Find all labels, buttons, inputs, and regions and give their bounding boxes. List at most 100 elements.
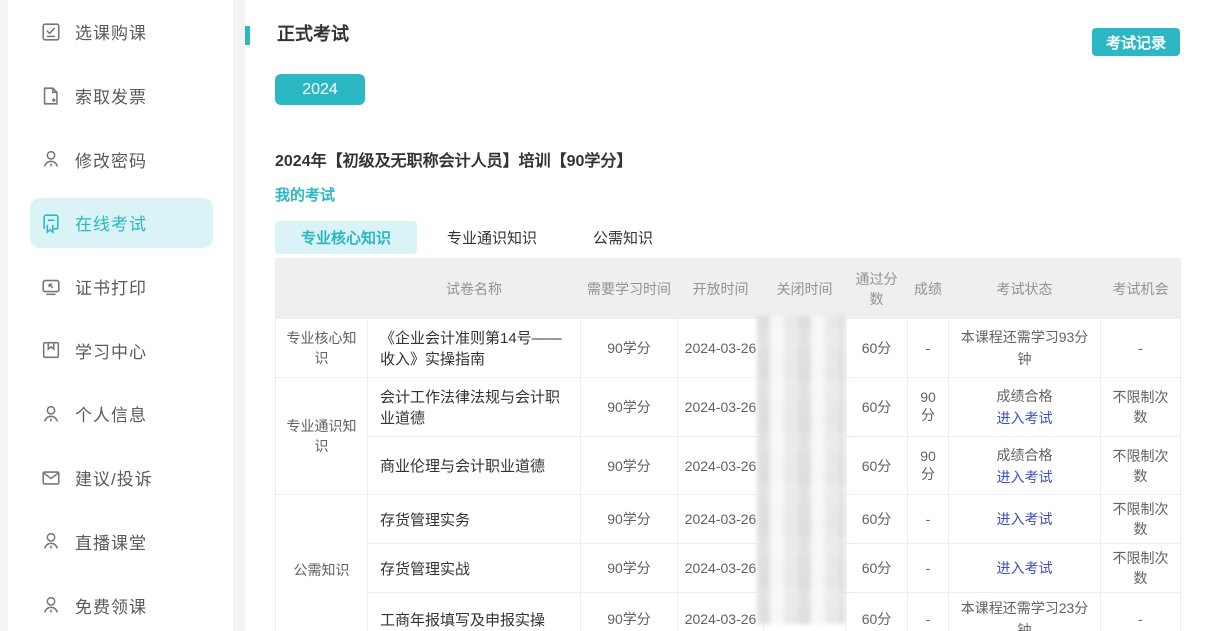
exam-name: 《企业会计准则第14号——收入》实操指南	[368, 319, 581, 378]
person-icon	[40, 148, 62, 170]
exam-chances: 不限制次数	[1101, 437, 1181, 495]
study-time: 90学分	[581, 593, 678, 631]
sidebar-item-label: 建议/投诉	[75, 465, 153, 490]
pass-score: 60分	[846, 437, 908, 495]
certificate-monitor-icon	[40, 276, 62, 298]
enter-exam-link[interactable]: 进入考试	[997, 508, 1053, 530]
category-cell: 专业核心知识	[276, 319, 368, 378]
person-icon	[40, 403, 62, 425]
table-row: 专业通识知识 会计工作法律法规与会计职业道德 90学分 2024-03-26 6…	[276, 378, 1181, 437]
study-time: 90学分	[581, 319, 678, 378]
exam-chances: 不限制次数	[1101, 495, 1181, 544]
col-score: 成绩	[908, 259, 949, 319]
sidebar-item-label: 修改密码	[75, 147, 147, 172]
sidebar-item-label: 证书打印	[75, 274, 147, 299]
enter-exam-link[interactable]: 进入考试	[997, 557, 1053, 579]
checklist-icon	[40, 21, 62, 43]
exam-status: 进入考试	[949, 495, 1101, 544]
sidebar-item-certificate-print[interactable]: 证书打印	[30, 262, 213, 312]
score: -	[908, 544, 949, 593]
sidebar-item-study-center[interactable]: 学习中心	[30, 325, 213, 375]
enter-exam-link[interactable]: 进入考试	[997, 466, 1053, 488]
sidebar-item-suggestions[interactable]: 建议/投诉	[30, 453, 213, 503]
table-row: 工商年报填写及申报实操 90学分 2024-03-26 60分 - 本课程还需学…	[276, 593, 1181, 631]
col-exam-chances: 考试机会	[1101, 259, 1181, 319]
study-time: 90学分	[581, 437, 678, 495]
open-time: 2024-03-26	[678, 378, 764, 437]
pass-score: 60分	[846, 378, 908, 437]
table-row: 专业核心知识 《企业会计准则第14号——收入》实操指南 90学分 2024-03…	[276, 319, 1181, 378]
col-exam-name: 试卷名称	[368, 259, 581, 319]
score: -	[908, 495, 949, 544]
status-text: 成绩合格	[997, 385, 1053, 407]
pass-score: 60分	[846, 593, 908, 631]
exam-status: 成绩合格 进入考试	[949, 378, 1101, 437]
person-icon	[40, 594, 62, 616]
exam-status: 本课程还需学习23分钟	[949, 593, 1101, 631]
col-open-time: 开放时间	[678, 259, 764, 319]
exam-name: 商业伦理与会计职业道德	[368, 437, 581, 495]
exam-chances: 不限制次数	[1101, 544, 1181, 593]
score: 90分	[908, 378, 949, 437]
page-title: 正式考试	[277, 17, 349, 51]
score: 90分	[908, 437, 949, 495]
exam-chances: 不限制次数	[1101, 378, 1181, 437]
enter-exam-link[interactable]: 进入考试	[997, 407, 1053, 429]
sidebar-item-invoice[interactable]: 索取发票	[30, 71, 213, 121]
year-filter-button[interactable]: 2024	[275, 74, 365, 105]
exam-name: 存货管理实务	[368, 495, 581, 544]
tab-public-knowledge[interactable]: 公需知识	[565, 221, 681, 254]
sidebar-item-online-exam[interactable]: 在线考试	[30, 198, 213, 248]
exam-status: 进入考试	[949, 544, 1101, 593]
sidebar-item-label: 免费领课	[75, 593, 147, 618]
score: -	[908, 319, 949, 378]
my-exams-link[interactable]: 我的考试	[275, 184, 335, 205]
title-accent-bar	[245, 26, 250, 45]
tab-professional-general[interactable]: 专业通识知识	[419, 221, 565, 254]
col-pass-score: 通过分数	[846, 259, 908, 319]
table-row: 商业伦理与会计职业道德 90学分 2024-03-26 60分 90分 成绩合格…	[276, 437, 1181, 495]
exam-page: 选课购课 索取发票 修改密码 在线考试 证书打印	[0, 0, 1206, 631]
page-gutter-left	[0, 0, 8, 631]
sidebar-item-label: 直播课堂	[75, 529, 147, 554]
col-close-time: 关闭时间	[764, 259, 846, 319]
exam-chances: -	[1101, 593, 1181, 631]
sidebar-divider	[233, 0, 245, 631]
knowledge-tabs: 专业核心知识 专业通识知识 公需知识	[275, 221, 681, 254]
sidebar-item-label: 索取发票	[75, 83, 147, 108]
status-text: 本课程还需学习23分钟	[955, 597, 1094, 631]
pass-score: 60分	[846, 319, 908, 378]
exam-name: 会计工作法律法规与会计职业道德	[368, 378, 581, 437]
envelope-icon	[40, 467, 62, 489]
exam-chances: -	[1101, 319, 1181, 378]
sidebar-item-label: 个人信息	[75, 401, 147, 426]
sidebar-item-course-purchase[interactable]: 选课购课	[30, 7, 213, 57]
pass-score: 60分	[846, 544, 908, 593]
open-time: 2024-03-26	[678, 495, 764, 544]
open-time: 2024-03-26	[678, 319, 764, 378]
sidebar-item-personal-info[interactable]: 个人信息	[30, 389, 213, 439]
category-cell: 公需知识	[276, 495, 368, 631]
invoice-file-plus-icon	[40, 85, 62, 107]
col-study-time: 需要学习时间	[581, 259, 678, 319]
study-time: 90学分	[581, 495, 678, 544]
sidebar-item-label: 在线考试	[75, 210, 147, 235]
category-cell: 专业通识知识	[276, 378, 368, 495]
exam-name: 工商年报填写及申报实操	[368, 593, 581, 631]
sidebar-item-change-password[interactable]: 修改密码	[30, 134, 213, 184]
exam-records-button[interactable]: 考试记录	[1092, 28, 1180, 56]
exam-name: 存货管理实战	[368, 544, 581, 593]
open-time: 2024-03-26	[678, 593, 764, 631]
sidebar-item-live-classroom[interactable]: 直播课堂	[30, 516, 213, 566]
study-time: 90学分	[581, 544, 678, 593]
censored-blur-region	[757, 316, 845, 624]
table-row: 存货管理实战 90学分 2024-03-26 60分 - 进入考试 不限制次数	[276, 544, 1181, 593]
person-icon	[40, 530, 62, 552]
exam-status: 成绩合格 进入考试	[949, 437, 1101, 495]
table-row: 公需知识 存货管理实务 90学分 2024-03-26 60分 - 进入考试 不…	[276, 495, 1181, 544]
sidebar-item-free-course[interactable]: 免费领课	[30, 580, 213, 630]
status-text: 成绩合格	[997, 444, 1053, 466]
sidebar-item-label: 学习中心	[75, 338, 147, 363]
tab-professional-core[interactable]: 专业核心知识	[275, 221, 417, 254]
col-exam-status: 考试状态	[949, 259, 1101, 319]
